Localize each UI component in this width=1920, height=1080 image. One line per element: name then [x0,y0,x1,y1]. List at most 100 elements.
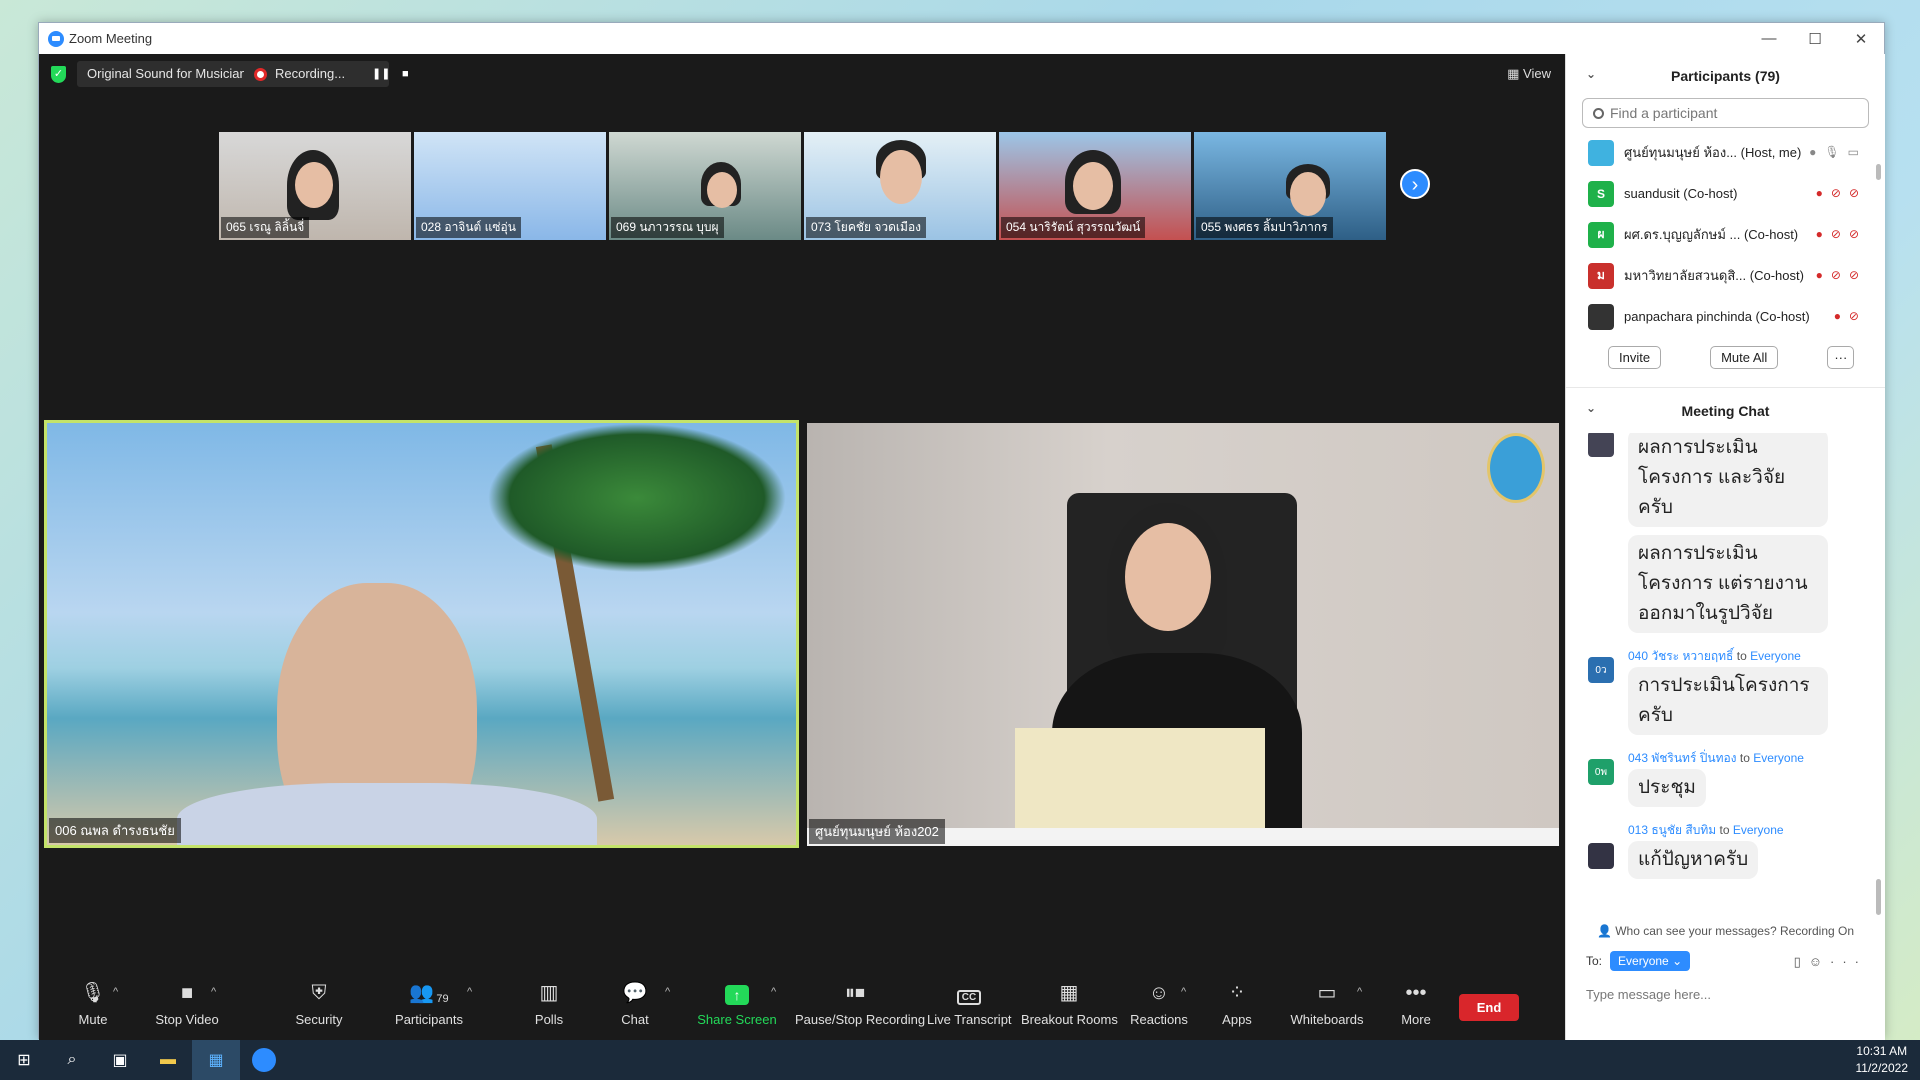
avatar: 0พ [1588,759,1614,785]
chat-bubble-icon: 💬 [622,982,648,1004]
participant-thumbnail[interactable]: 073 โยคชัย จวดเมือง [804,132,996,240]
close-icon[interactable]: ✕ [1838,23,1884,54]
chat-label: Chat [621,1012,649,1027]
sender-name[interactable]: 040 วัชระ หวายฤทธิ์ [1628,649,1733,663]
file-icon[interactable]: ▯ [1794,954,1809,969]
view-label: View [1523,66,1551,81]
recording-indicator[interactable]: Recording... ❚❚ ■ [244,61,409,87]
chat-more-icon[interactable]: ··· [1830,954,1867,969]
emoji-icon[interactable]: ☺ [1809,954,1830,969]
search-icon [1593,107,1604,119]
avatar [1588,843,1614,869]
muted-status-icons: ●⊘ [1833,309,1867,323]
participant-row[interactable]: ผ ผศ.ดร.บุญญลักษม์ ... (Co-host) ●⊘⊘ [1566,214,1885,255]
mute-button[interactable]: 🎙 Mute [63,974,123,1040]
chat-options-chevron-icon[interactable]: ^ [665,986,670,998]
chat-privacy-text: Who can see your messages? Recording On [1615,924,1855,938]
reactions-button[interactable]: ☺ Reactions [1127,974,1191,1040]
participant-thumbnail[interactable]: 054 นาริรัตน์ สุวรรณวัฒน์ [999,132,1191,240]
search-icon[interactable]: ⌕ [48,1040,96,1080]
window-controls: — ☐ ✕ [1746,23,1884,54]
apps-icon: ⁘ [1228,982,1246,1004]
more-button[interactable]: ••• More [1391,974,1441,1040]
whiteboards-options-chevron-icon[interactable]: ^ [1357,986,1362,998]
maximize-icon[interactable]: ☐ [1792,23,1838,54]
zoom-app-icon[interactable] [240,1040,288,1080]
whiteboards-button[interactable]: ▭ Whiteboards [1285,974,1369,1040]
invite-button[interactable]: Invite [1608,345,1662,369]
audio-options-chevron-icon[interactable]: ^ [113,986,118,998]
participant-scrollbar[interactable] [1876,164,1881,180]
stop-icon[interactable]: ■ [402,61,409,87]
polls-label: Polls [534,1012,564,1027]
avatar [1588,139,1614,166]
share-screen-label: Share Screen [697,1012,777,1027]
participant-row[interactable]: ม มหาวิทยาลัยสวนดุสิ... (Co-host) ●⊘⊘ [1566,255,1885,296]
thumbnail-name: 028 อาจินต์ แซ่อุ่น [416,217,521,238]
participant-thumbnail[interactable]: 065 เรณู ลิลิ้นจี่ [219,132,411,240]
chat-scrollbar[interactable] [1876,879,1881,915]
reactions-label: Reactions [1130,1012,1188,1027]
participant-row[interactable]: S suandusit (Co-host) ●⊘⊘ [1566,173,1885,214]
stop-video-button[interactable]: ■ Stop Video [147,974,227,1040]
minimize-icon[interactable]: — [1746,23,1792,54]
palm-leaves-shape [487,423,787,573]
apps-button[interactable]: ⁘ Apps [1215,974,1259,1040]
reactions-options-chevron-icon[interactable]: ^ [1181,986,1186,998]
security-button[interactable]: ⛨ Security [289,974,349,1040]
collapse-chevron-icon[interactable]: ⌄ [1586,67,1596,81]
security-label: Security [295,1012,343,1027]
video-options-chevron-icon[interactable]: ^ [211,986,216,998]
file-explorer-icon[interactable]: ▬ [144,1040,192,1080]
end-meeting-button[interactable]: End [1459,994,1519,1021]
video-stage: ✓ Original Sound for Musicians: Off Reco… [39,54,1565,1040]
chevron-down-icon: ⌄ [1672,954,1683,968]
live-transcript-button[interactable]: CC Live Transcript [927,974,1012,1040]
participant-thumbnail[interactable]: 069 นภาวรรณ บุบผุ [609,132,801,240]
video-name-label: ศูนย์ทุนมนุษย์ ห้อง202 [809,819,945,844]
stop-video-label: Stop Video [155,1012,219,1027]
active-speaker-video[interactable]: 006 ณพล ดำรงธนชัย [44,420,799,848]
participant-video[interactable]: ศูนย์ทุนมนุษย์ ห้อง202 [807,423,1559,846]
task-view-icon[interactable]: ▣ [96,1040,144,1080]
avatar: 0ว [1588,657,1614,683]
share-options-chevron-icon[interactable]: ^ [771,986,776,998]
view-button[interactable]: ▦ View [1507,66,1551,82]
collapse-chevron-icon[interactable]: ⌄ [1586,401,1596,415]
share-screen-button[interactable]: ↑ Share Screen [695,974,779,1040]
participants-more-button[interactable]: ··· [1827,345,1855,369]
share-arrow-icon: ↑ [695,974,779,1008]
pause-stop-recording-button[interactable]: ⏸⏹ Pause/Stop Recording [795,974,926,1040]
breakout-grid-icon: ▦ [1059,982,1079,1004]
participants-title: Participants (79) [1671,68,1780,84]
participants-button[interactable]: 👥 79 Participants [389,974,469,1040]
recipient-dropdown[interactable]: Everyone ⌄ [1610,951,1691,971]
participant-thumbnail[interactable]: 028 อาจินต์ แซ่อุ่น [414,132,606,240]
participant-row[interactable]: panpachara pinchinda (Co-host) ●⊘ [1566,296,1885,337]
app-icon[interactable]: ▦ [192,1040,240,1080]
participants-label: Participants [395,1012,463,1027]
chat-message-input[interactable]: Type message here... [1586,987,1711,1002]
system-clock[interactable]: 10:31 AM 11/2/2022 [1856,1043,1909,1077]
encryption-shield-icon[interactable]: ✓ [51,66,66,83]
breakout-rooms-button[interactable]: ▦ Breakout Rooms [1021,974,1118,1040]
windows-start-icon[interactable]: ⊞ [0,1040,48,1080]
participant-thumbnail[interactable]: 055 พงศธร ลิ้มปาวิภากร [1194,132,1386,240]
chat-button[interactable]: 💬 Chat [605,974,665,1040]
pause-icon[interactable]: ❚❚ [372,61,390,87]
participants-options-chevron-icon[interactable]: ^ [467,986,472,998]
sender-name[interactable]: 043 พัชรินทร์ ปิ่นทอง [1628,751,1737,765]
participant-row[interactable]: ศูนย์ทุนมนุษย์ ห้อง... (Host, me) ●🎙▭ [1566,132,1885,173]
face-shape [295,162,333,208]
mute-all-button[interactable]: Mute All [1710,345,1779,369]
participant-list: ศูนย์ทุนมนุษย์ ห้อง... (Host, me) ●🎙▭ S … [1566,132,1885,337]
participants-count: 79 [436,993,449,1005]
avatar [1588,303,1614,330]
windows-taskbar: ⊞ ⌕ ▣ ▬ ▦ 10:31 AM 11/2/2022 [0,1040,1920,1080]
pause-stop-label: Pause/Stop Recording [795,1012,926,1027]
next-page-button[interactable]: › [1400,169,1430,199]
sender-name[interactable]: 013 ธนูชัย สืบทิม [1628,823,1716,837]
chat-privacy-notice[interactable]: 👤 Who can see your messages? Recording O… [1566,924,1885,938]
participant-search-input[interactable]: Find a participant [1582,98,1869,128]
polls-button[interactable]: ▥ Polls [519,974,579,1040]
